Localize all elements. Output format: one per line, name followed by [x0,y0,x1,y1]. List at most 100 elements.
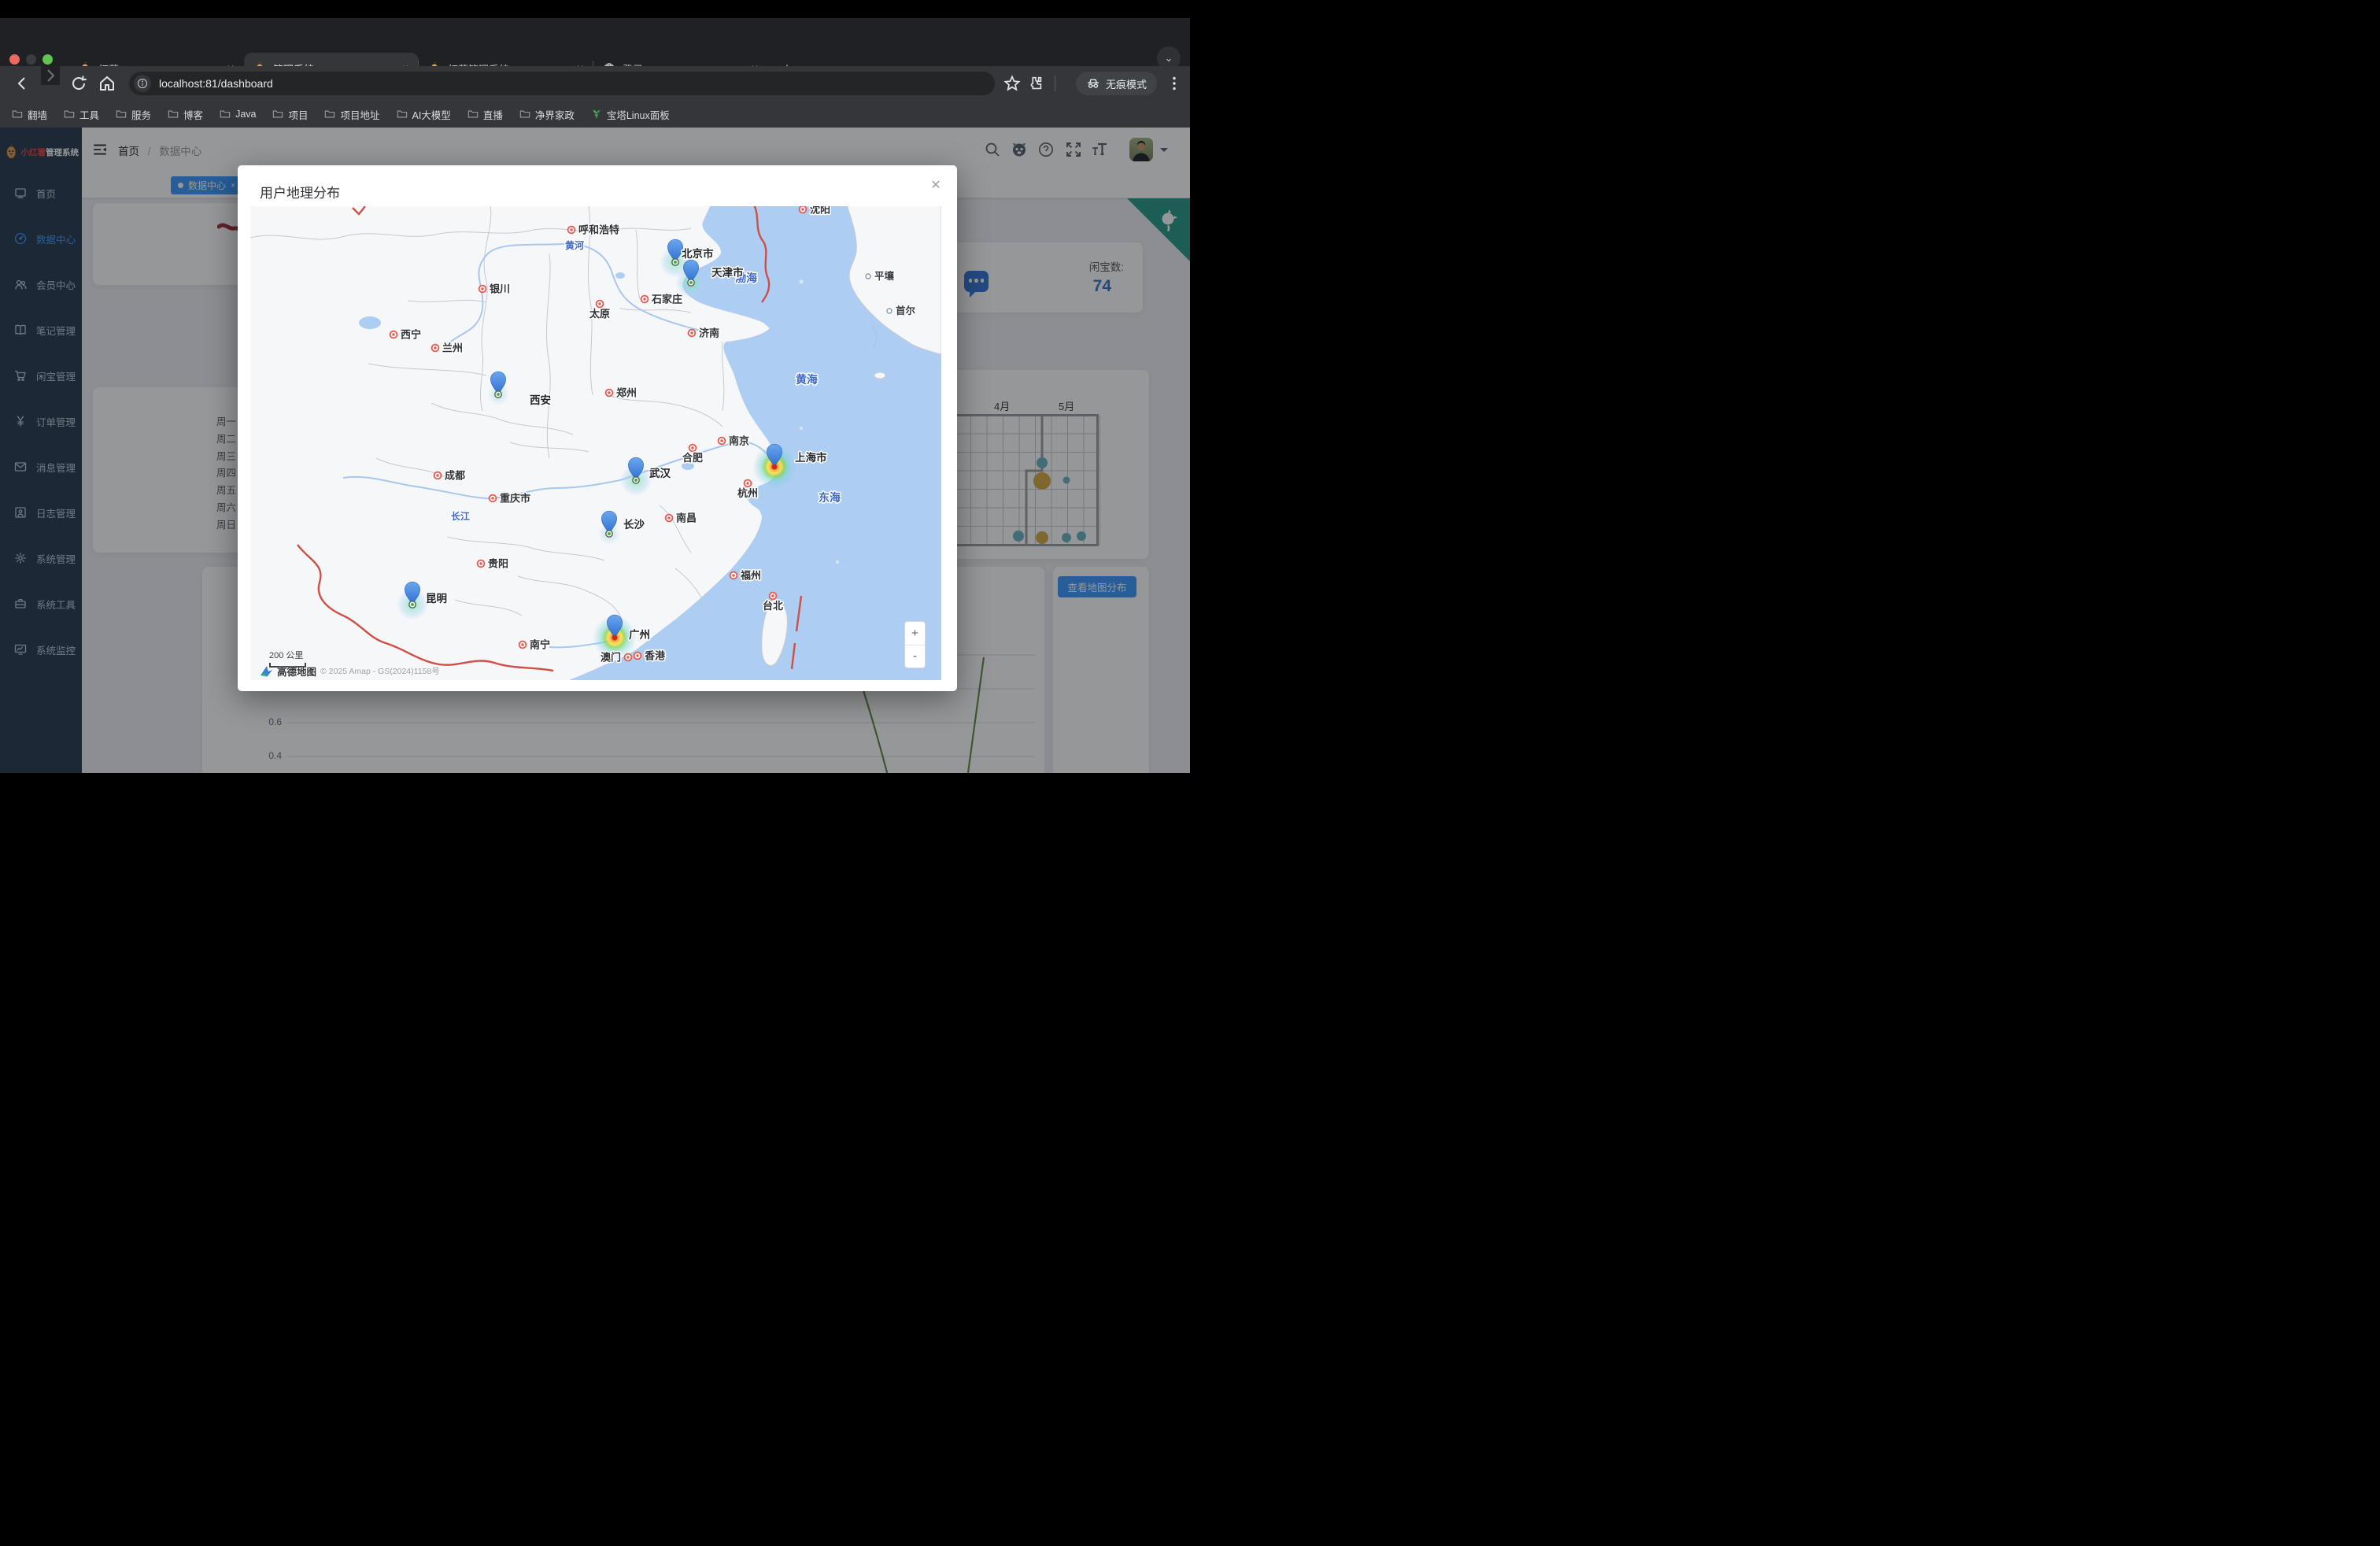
window-controls[interactable] [9,54,53,65]
folder-icon [168,109,179,120]
zoom-out-button[interactable]: - [905,645,925,668]
forward-icon[interactable] [41,66,60,85]
bookmark-label: 翻墙 [28,107,47,122]
city-dot-贵阳 [478,560,485,568]
map-label: 西安 [530,394,551,406]
incognito-label: 无痕模式 [1106,76,1147,91]
map-label: 北京市 [682,247,714,260]
city-dot-石家庄 [641,296,649,303]
bookmark-label: 工具 [79,107,99,122]
maximize-window-button[interactable] [42,54,53,65]
city-dot-澳门 [625,654,632,661]
city-dot-西宁 [390,331,397,338]
map-label: 合肥 [682,452,703,464]
city-dot-郑州 [606,390,613,397]
incognito-badge[interactable]: 无痕模式 [1076,72,1157,95]
bookmark-star-icon[interactable] [1003,74,1022,93]
browser-toolbar: localhost:81/dashboard 无痕模式 [0,66,1190,101]
map-label: 南昌 [676,512,697,524]
map-label: 杭州 [737,487,758,499]
minimize-window-button[interactable] [26,54,36,65]
address-bar[interactable]: localhost:81/dashboard [129,72,995,95]
extensions-icon[interactable] [1028,74,1047,93]
modal-close-icon[interactable]: ✕ [927,176,944,194]
city-dot-成都 [434,472,442,479]
folder-icon [397,109,408,120]
folder-icon [519,109,530,120]
bookmark-11[interactable]: 宝塔Linux面板 [591,107,670,122]
city-dot-南京 [719,438,726,445]
folder-icon [324,109,335,120]
map-label: 黄河 [565,239,584,251]
bookmark-label: 净界家政 [535,107,575,122]
bookmark-8[interactable]: AI大模型 [397,107,451,122]
bookmark-3[interactable]: 服务 [116,107,151,122]
city-dot-南昌 [666,515,673,522]
map-label: 济南 [699,327,719,339]
modal-title: 用户地理分布 [260,182,340,202]
map-label: 银川 [490,283,510,295]
map-label: 首尔 [896,305,916,316]
city-dot-平壤 [866,274,870,279]
map-attribution: 高德地图 © 2025 Amap - GS(2024)1158号 [260,664,440,679]
map-label: 上海市 [795,451,827,464]
browser-menu-icon[interactable] [1165,74,1184,93]
bookmark-label: 服务 [131,107,151,122]
bookmark-label: 项目地址 [340,107,379,122]
bookmark-6[interactable]: 项目 [272,107,308,122]
city-dot-合肥 [689,445,697,452]
city-dot-福州 [730,572,737,579]
map-label: 福州 [740,570,761,582]
reload-icon[interactable] [69,74,88,93]
bookmark-label: 项目 [288,107,308,122]
city-dot-济南 [689,330,696,337]
home-icon[interactable] [98,74,116,93]
zoom-in-button[interactable]: + [905,622,925,645]
site-info-icon[interactable] [134,75,151,92]
bookmark-9[interactable]: 直播 [468,107,503,122]
map-label: 太原 [589,308,610,320]
map-label: 长沙 [623,518,645,531]
map-label: 澳门 [601,652,621,664]
map-label: 石家庄 [651,294,682,305]
folder-icon [220,109,231,120]
folder-icon [468,109,479,120]
folder-icon [116,109,127,120]
city-dot-银川 [479,286,486,293]
map-label: 贵阳 [488,558,508,570]
city-dot-杭州 [745,480,752,487]
amap-brand[interactable]: 高德地图 [277,664,316,679]
map-label: 西宁 [401,329,421,341]
geo-distribution-modal: 用户地理分布 ✕ [238,165,957,691]
amap-canvas[interactable]: 黄河渤海黄海东海长江呼和浩特沈阳银川石家庄太原济南西宁兰州郑州南京合肥成都杭州重… [250,206,941,680]
bookmark-1[interactable]: 翻墙 [12,107,47,122]
city-dot-首尔 [887,309,892,313]
bookmark-label: AI大模型 [412,107,451,122]
city-dot-南宁 [519,642,527,649]
map-zoom-control: + - [904,621,926,668]
map-label: 天津市 [711,266,744,279]
map-label: 广州 [629,628,650,641]
bookmark-5[interactable]: Java [220,109,256,120]
map-label: 东海 [819,491,841,504]
dashboard-app: 小红薯管理系统 首页数据中心会员中心笔记管理闲宝管理订单管理消息管理日志管理系统… [0,128,1190,773]
bookmark-7[interactable]: 项目地址 [324,107,379,122]
bookmarks-bar: 翻墙 工具 服务 博客 Java 项目 项目地址 AI大模型 直播 净界家政 宝塔Linux面板 [0,101,1190,128]
scale-label: 200 公里 [269,649,306,661]
china-map: 黄河渤海黄海东海长江呼和浩特沈阳银川石家庄太原济南西宁兰州郑州南京合肥成都杭州重… [250,206,941,680]
map-label: 长江 [451,510,470,522]
map-label: 郑州 [616,387,637,399]
bookmark-2[interactable]: 工具 [64,107,99,122]
close-window-button[interactable] [9,54,20,65]
back-icon[interactable] [13,74,31,93]
bookmark-10[interactable]: 净界家政 [519,107,575,122]
map-label: 呼和浩特 [578,224,619,236]
map-label: 重庆市 [500,493,530,505]
bookmark-label: 直播 [483,107,503,122]
amap-logo-icon [260,664,273,678]
city-dot-台北 [770,593,777,600]
map-label: 兰州 [442,342,463,354]
folder-icon [12,109,23,120]
url-text[interactable]: localhost:81/dashboard [159,77,273,90]
bookmark-4[interactable]: 博客 [168,107,203,122]
